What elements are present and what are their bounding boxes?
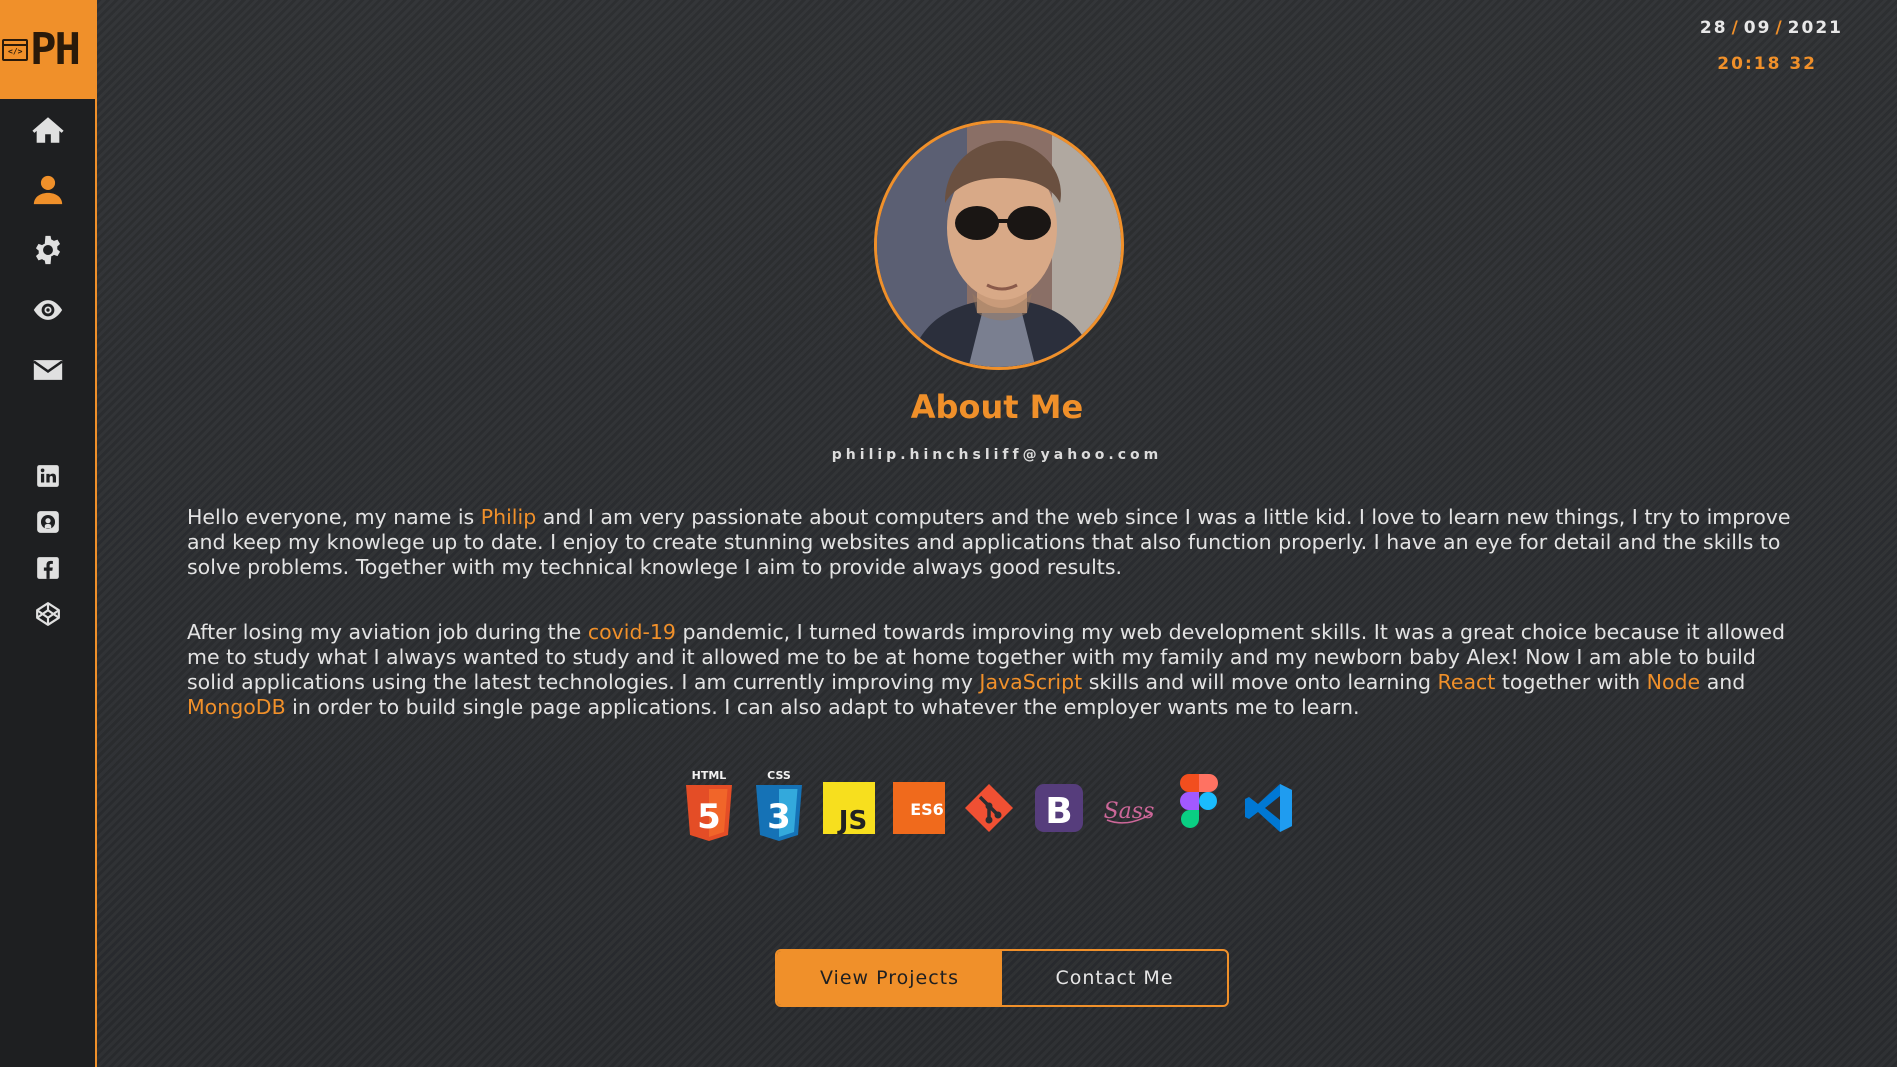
page-title: About Me (910, 388, 1084, 426)
code-window-icon: </> (2, 38, 28, 61)
view-projects-button[interactable]: View Projects (777, 951, 1002, 1005)
tech-stack: HTML 5 CSS 3 JS ES6 B Sass (683, 768, 1295, 848)
css3-icon: CSS 3 (753, 768, 805, 848)
gear-icon (35, 235, 60, 265)
user-icon (33, 175, 62, 205)
linkedin-icon (36, 465, 59, 487)
datetime: 28/09/2021 20:18 32 (1700, 18, 1843, 74)
cta-buttons: View Projects Contact Me (775, 949, 1229, 1007)
nav-skills[interactable] (0, 230, 95, 270)
vscode-icon (1243, 768, 1295, 848)
about-paragraph-1: Hello everyone, my name is Philip and I … (187, 505, 1791, 579)
nav-contact[interactable] (0, 350, 95, 390)
nav-home[interactable] (0, 110, 95, 150)
svg-text:HTML: HTML (692, 769, 727, 782)
email-address: philip.hinchsliff@yahoo.com (831, 447, 1163, 463)
svg-text:CSS: CSS (767, 769, 791, 782)
profile-photo (874, 120, 1124, 370)
nav-about[interactable] (0, 170, 95, 210)
mail-icon (32, 360, 63, 380)
eye-icon (33, 300, 62, 320)
highlight-react: React (1437, 670, 1496, 694)
svg-text:3: 3 (767, 797, 791, 837)
html5-icon: HTML 5 (683, 768, 735, 848)
clock: 20:18 32 (1717, 54, 1817, 74)
highlight-mongodb: MongoDB (187, 695, 286, 719)
es6-icon: ES6 (893, 768, 945, 848)
svg-text:5: 5 (697, 797, 721, 837)
highlight-covid: covid-19 (587, 620, 676, 644)
github-icon (36, 511, 59, 533)
nav-projects[interactable] (0, 290, 95, 330)
svg-text:B: B (1045, 791, 1072, 832)
contact-me-button[interactable]: Contact Me (1002, 951, 1227, 1005)
git-icon (963, 768, 1015, 848)
svg-text:ES6: ES6 (910, 800, 944, 819)
home-icon (31, 117, 64, 143)
javascript-icon: JS (823, 768, 875, 848)
sidebar: </> PH (0, 0, 97, 1067)
svg-text:Sass: Sass (1104, 799, 1155, 824)
highlight-javascript: JavaScript (979, 670, 1083, 694)
highlight-node: Node (1646, 670, 1701, 694)
highlight-name: Philip (480, 505, 537, 529)
sass-icon: Sass (1103, 768, 1155, 848)
figma-icon (1173, 768, 1225, 848)
facebook-icon (36, 557, 59, 579)
about-paragraph-2: After losing my aviation job during the … (187, 620, 1786, 719)
social-github[interactable] (0, 502, 95, 542)
date: 28/09/2021 (1699, 18, 1843, 38)
svg-text:JS: JS (837, 806, 867, 836)
logo[interactable]: </> PH (0, 0, 95, 99)
social-codepen[interactable] (0, 594, 95, 634)
codepen-icon (35, 602, 60, 626)
social-facebook[interactable] (0, 548, 95, 588)
bootstrap-icon: B (1033, 768, 1085, 848)
logo-text: PH (30, 23, 81, 75)
